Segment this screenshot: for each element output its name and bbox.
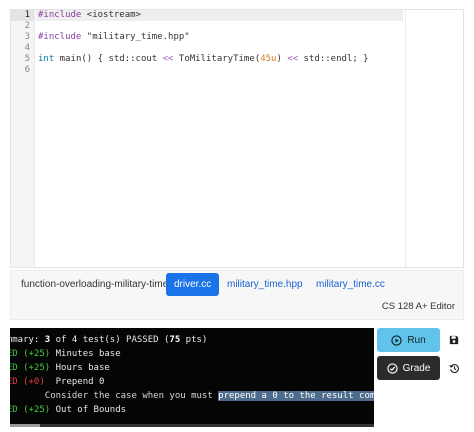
summary-prefix: Summary: <box>10 335 40 345</box>
code-line[interactable]: #include "military_time.hpp" <box>36 32 403 43</box>
line-number-gutter: 1 2 3 4 5 6 <box>11 10 35 267</box>
test-name: Prepend 0 <box>55 377 105 387</box>
code-token: << <box>287 54 299 64</box>
summary-points: 75 <box>169 335 181 345</box>
line-number: 2 <box>24 21 30 31</box>
code-token: <iostream> <box>81 10 141 20</box>
code-line[interactable]: #include <iostream> <box>36 10 403 21</box>
line-number: 1 <box>11 10 34 21</box>
check-circle-icon <box>386 362 398 374</box>
save-button[interactable] <box>444 328 464 352</box>
code-token: main() { std::cout <box>54 54 163 64</box>
console-scrollbar[interactable] <box>10 424 374 427</box>
code-token: ToMilitaryTime( <box>173 54 261 64</box>
code-line[interactable]: int main() { std::cout << ToMilitaryTime… <box>36 54 403 65</box>
code-token: #include <box>38 10 82 20</box>
file-tabs-bar: function-overloading-military-time drive… <box>10 270 464 320</box>
test-result-row: SSED (+25) Out of Bounds <box>10 403 374 417</box>
test-hint: Consider the case when you must prepend … <box>10 389 374 403</box>
line-number: 6 <box>24 65 30 75</box>
code-token: 45u <box>260 54 277 64</box>
test-name: Hours base <box>55 363 110 373</box>
test-result-row: SSED (+25) Minutes base <box>10 347 374 361</box>
history-icon <box>448 363 460 374</box>
code-token: int <box>38 54 55 64</box>
hint-highlight: prepend a 0 to the result computed <box>218 391 374 401</box>
tab-military-time-cc[interactable]: military_time.cc <box>308 273 393 296</box>
test-status: ILED (+0) <box>10 377 45 387</box>
test-status: SSED (+25) <box>10 405 51 415</box>
test-status: SSED (+25) <box>10 349 51 359</box>
editor-name-label: CS 128 A+ Editor <box>381 301 455 312</box>
test-name: Out of Bounds <box>55 405 127 415</box>
hint-prefix: Consider the case when you must <box>44 391 219 401</box>
play-circle-icon <box>391 334 402 346</box>
code-line[interactable] <box>36 65 403 76</box>
code-token: << <box>162 54 174 64</box>
code-editor[interactable]: 1 2 3 4 5 6 #include <iostream> #include… <box>10 9 464 268</box>
run-button[interactable]: Run <box>377 328 440 352</box>
code-line[interactable] <box>36 21 403 32</box>
print-margin <box>405 10 406 267</box>
line-number: 4 <box>24 43 30 53</box>
line-number: 5 <box>24 54 30 64</box>
test-output-console[interactable]: Summary: 3 of 4 test(s) PASSED (75 pts) … <box>10 328 374 427</box>
tab-driver-cc[interactable]: driver.cc <box>166 273 220 296</box>
history-button[interactable] <box>444 356 464 380</box>
code-token: ) <box>276 54 288 64</box>
tab-military-time-hpp[interactable]: military_time.hpp <box>219 273 311 296</box>
summary-middle: of 4 test(s) PASSED ( <box>50 335 170 345</box>
scrollbar-thumb[interactable] <box>10 424 40 427</box>
code-area[interactable]: #include <iostream> #include "military_t… <box>36 10 403 76</box>
test-result-row: SSED (+25) Hours base <box>10 361 374 375</box>
test-result-row: ILED (+0) Prepend 0 <box>10 375 374 389</box>
grade-button-label: Grade <box>402 362 431 374</box>
console-content: Summary: 3 of 4 test(s) PASSED (75 pts) … <box>10 333 374 417</box>
code-line[interactable] <box>36 43 403 54</box>
grade-button[interactable]: Grade <box>377 356 440 380</box>
summary-suffix: pts) <box>180 335 208 345</box>
line-number: 3 <box>24 32 30 42</box>
test-summary: Summary: 3 of 4 test(s) PASSED (75 pts) <box>10 333 374 347</box>
test-status: SSED (+25) <box>10 363 51 373</box>
run-button-label: Run <box>407 334 426 346</box>
project-name: function-overloading-military-time <box>21 279 169 290</box>
save-icon <box>449 335 459 345</box>
code-token: #include <box>38 32 82 42</box>
test-name: Minutes base <box>55 349 121 359</box>
code-token: "military_time.hpp" <box>81 32 190 42</box>
code-token: std::endl; } <box>298 54 369 64</box>
